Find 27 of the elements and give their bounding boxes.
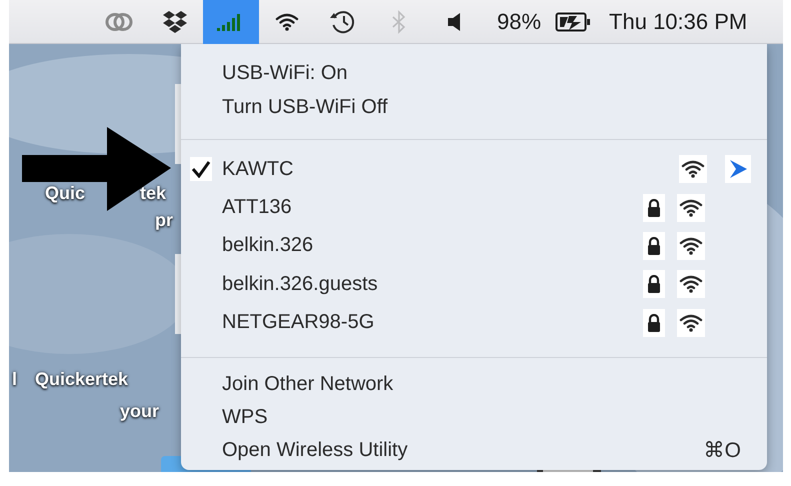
wifi-signal-icon [677, 232, 705, 260]
network-name[interactable]: NETGEAR98-5G [222, 311, 631, 334]
network-name[interactable]: belkin.326.guests [222, 272, 631, 296]
desktop-label: l [12, 369, 18, 390]
network-name[interactable]: belkin.326 [222, 234, 631, 258]
desktop-label: Quic [45, 183, 86, 204]
wifi-signal-icon [677, 270, 705, 298]
network-name[interactable]: ATT136 [222, 196, 631, 220]
menu-item[interactable]: WPS [222, 406, 751, 429]
chevron-icon[interactable] [725, 155, 751, 184]
desktop-label: your [120, 401, 160, 422]
shortcut-label: ⌘O [704, 438, 741, 463]
wifi-signal-icon [677, 308, 705, 337]
menu-item[interactable]: Turn USB-WiFi Off [222, 96, 751, 118]
battery-percent: 98% [497, 8, 542, 34]
desktop-label: tek [140, 183, 166, 204]
battery-charging-icon[interactable] [555, 10, 592, 32]
menu-item[interactable]: Open Wireless Utility [222, 438, 704, 462]
arrow-icon [22, 127, 172, 211]
desktop-label: pr [155, 210, 173, 231]
wifi-signal-icon [677, 194, 705, 222]
menu-item[interactable]: Join Other Network [222, 372, 751, 396]
network-name[interactable]: KAWTC [222, 158, 633, 181]
wifi-signal-icon [679, 155, 707, 184]
menu-item[interactable]: USB-WiFi: On [222, 62, 751, 84]
desktop-label: Quickertek [35, 369, 128, 390]
menubar-clock[interactable]: Thu 10:36 PM [609, 8, 748, 34]
